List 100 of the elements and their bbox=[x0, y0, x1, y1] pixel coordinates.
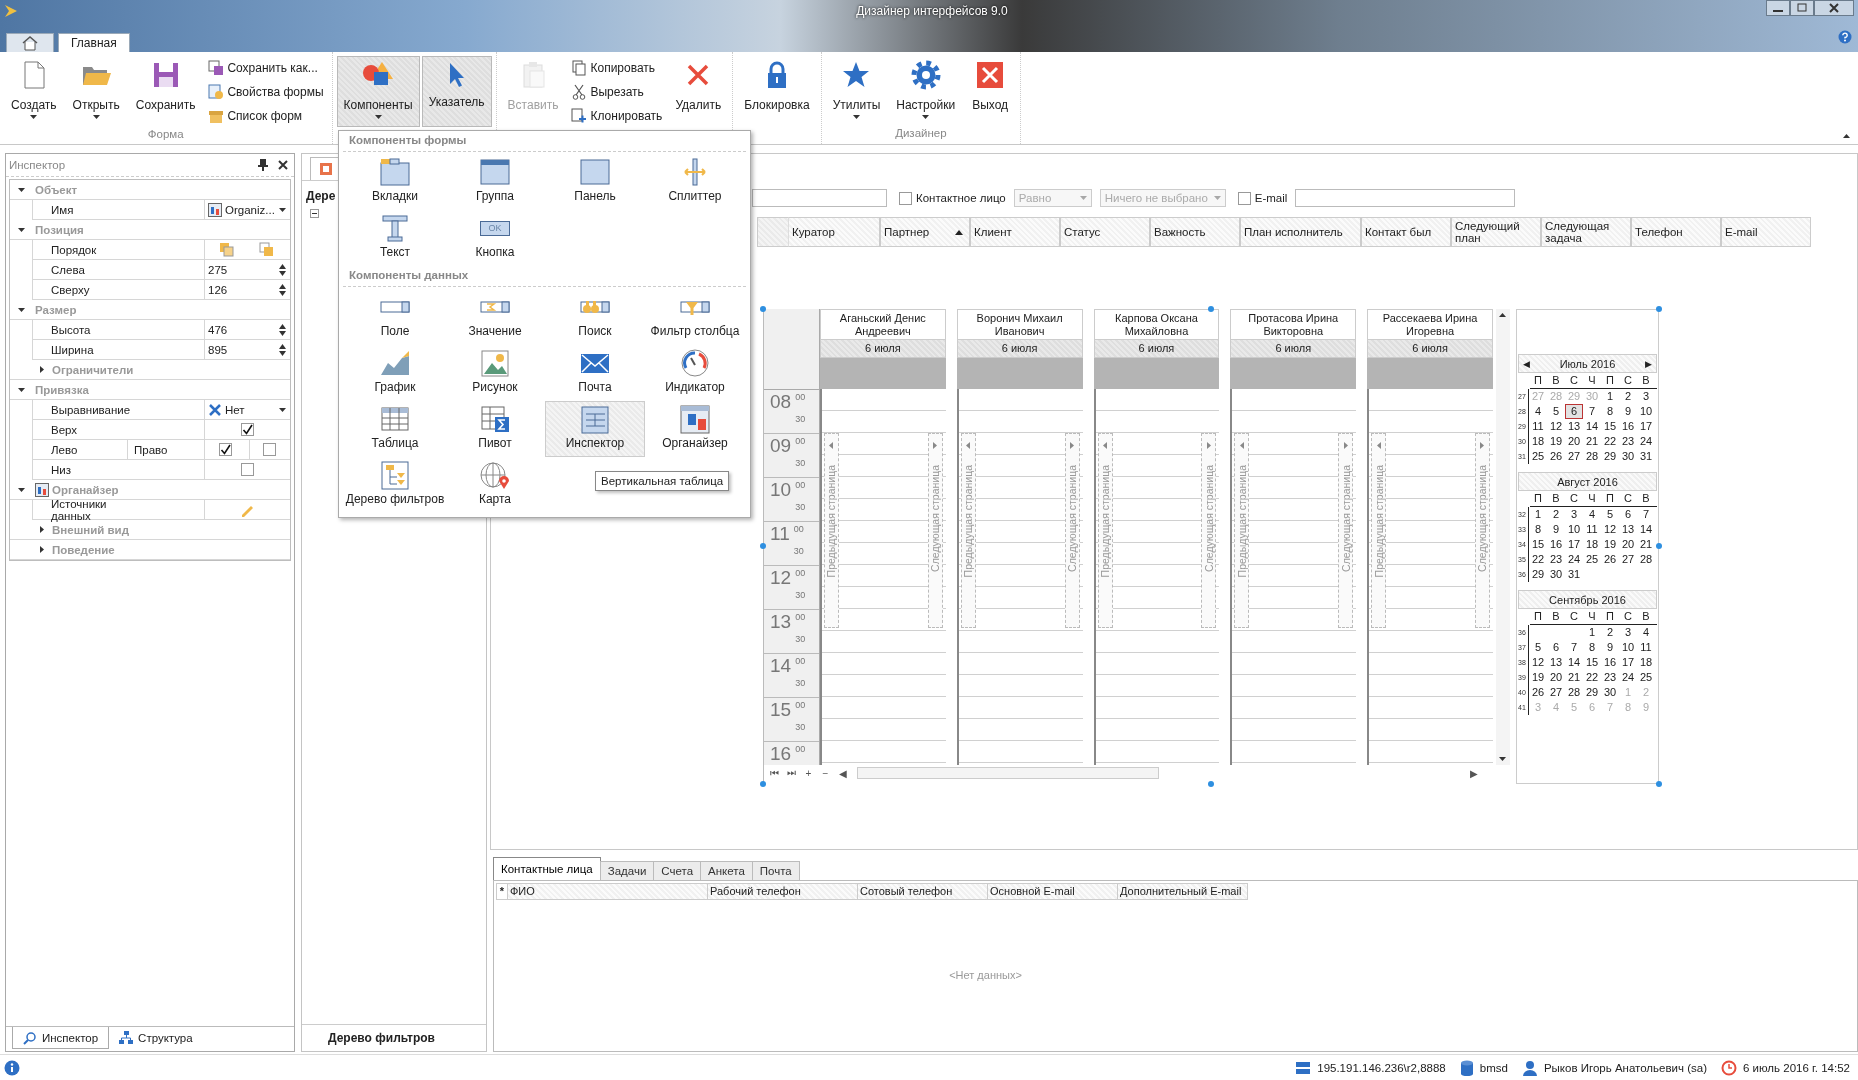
close-icon[interactable] bbox=[1814, 0, 1854, 16]
calendar-day[interactable]: 3 bbox=[1565, 508, 1583, 521]
calendar-day[interactable]: 21 bbox=[1637, 538, 1655, 551]
caret-icon[interactable] bbox=[40, 546, 44, 553]
column-header[interactable]: Основной E-mail bbox=[988, 883, 1118, 900]
scroll-right-button[interactable]: ▶ bbox=[1467, 767, 1480, 779]
number-field[interactable]: 476 bbox=[205, 320, 290, 339]
calendar-day[interactable]: 15 bbox=[1583, 656, 1601, 669]
ribbon-button[interactable]: Создать bbox=[4, 56, 64, 128]
calendar-day[interactable]: 22 bbox=[1583, 671, 1601, 684]
calendar-day[interactable]: 16 bbox=[1619, 420, 1637, 433]
calendar-day[interactable]: 16 bbox=[1547, 538, 1565, 551]
calendar-day[interactable]: 13 bbox=[1547, 656, 1565, 669]
calendar-day[interactable]: 19 bbox=[1547, 435, 1565, 448]
calendar-day[interactable]: 2 bbox=[1601, 626, 1619, 639]
checkbox[interactable] bbox=[240, 423, 254, 436]
menu-item[interactable]: Почта bbox=[545, 345, 645, 401]
collapse-icon[interactable] bbox=[310, 209, 319, 218]
dropdown-field[interactable]: Organiz... bbox=[205, 200, 290, 219]
calendar-day[interactable]: 23 bbox=[1601, 671, 1619, 684]
column-header[interactable]: Куратор bbox=[788, 217, 880, 247]
calendar-day[interactable]: 4 bbox=[1529, 405, 1547, 418]
calendar-day[interactable]: 7 bbox=[1565, 641, 1583, 654]
number-field[interactable]: 275 bbox=[205, 260, 290, 279]
calendar-day[interactable]: 22 bbox=[1601, 435, 1619, 448]
tab[interactable]: Почта bbox=[751, 861, 800, 880]
calendar-day[interactable]: 22 bbox=[1529, 553, 1547, 566]
calendar-day[interactable]: 3 bbox=[1619, 626, 1637, 639]
menu-item[interactable]: Пивот bbox=[445, 401, 545, 457]
close-icon[interactable] bbox=[278, 160, 288, 170]
calendar-day[interactable]: 12 bbox=[1529, 656, 1547, 669]
calendar-day[interactable]: 10 bbox=[1637, 405, 1655, 418]
column-header[interactable]: Важность bbox=[1150, 217, 1240, 247]
calendar-day[interactable]: 30 bbox=[1547, 568, 1565, 581]
calendar-day[interactable]: 11 bbox=[1637, 641, 1655, 654]
calendar-day[interactable]: 10 bbox=[1619, 641, 1637, 654]
resize-handle[interactable] bbox=[760, 543, 766, 549]
calendar-day[interactable]: 9 bbox=[1601, 641, 1619, 654]
menu-item[interactable]: Таблица bbox=[345, 401, 445, 457]
menu-item[interactable]: Инспектор bbox=[545, 401, 645, 457]
calendar-day[interactable]: 13 bbox=[1619, 523, 1637, 536]
menu-item[interactable]: Группа bbox=[445, 154, 545, 210]
pin-icon[interactable] bbox=[258, 159, 268, 171]
caret-icon[interactable] bbox=[18, 227, 25, 232]
menu-item[interactable]: Вкладки bbox=[345, 154, 445, 210]
ribbon-button[interactable]: Список форм bbox=[208, 106, 324, 126]
column-header[interactable]: Рабочий телефон bbox=[708, 883, 858, 900]
calendar-day[interactable]: 17 bbox=[1637, 420, 1655, 433]
calendar-day[interactable]: 7 bbox=[1637, 508, 1655, 521]
caret-icon[interactable] bbox=[18, 387, 25, 392]
calendar-day[interactable]: 2 bbox=[1547, 508, 1565, 521]
calendar-day[interactable]: 15 bbox=[1529, 538, 1547, 551]
navigation-button[interactable]: ⏮ bbox=[768, 767, 781, 779]
calendar-day[interactable]: 24 bbox=[1637, 435, 1655, 448]
calendar-day[interactable]: 17 bbox=[1619, 656, 1637, 669]
calendar-day[interactable]: 21 bbox=[1583, 435, 1601, 448]
help-icon[interactable] bbox=[1838, 30, 1852, 44]
calendar-day[interactable]: 12 bbox=[1601, 523, 1619, 536]
menu-item[interactable]: Индикатор bbox=[645, 345, 745, 401]
resize-handle[interactable] bbox=[1656, 543, 1662, 549]
calendar-day[interactable]: 31 bbox=[1565, 568, 1583, 581]
calendar-day[interactable]: 18 bbox=[1637, 656, 1655, 669]
ribbon-button[interactable]: Свойства формы bbox=[208, 82, 324, 102]
calendar-day[interactable]: 25 bbox=[1529, 450, 1547, 463]
ribbon-button[interactable]: Утилиты bbox=[825, 56, 888, 127]
calendar-day[interactable]: 21 bbox=[1565, 671, 1583, 684]
calendar-day[interactable]: 29 bbox=[1601, 450, 1619, 463]
calendar-day[interactable]: 16 bbox=[1601, 656, 1619, 669]
calendar-day[interactable]: 26 bbox=[1601, 553, 1619, 566]
column-header[interactable]: ФИО bbox=[508, 883, 708, 900]
resize-handle[interactable] bbox=[1656, 306, 1662, 312]
menu-item[interactable]: Текст bbox=[345, 210, 445, 266]
ribbon-button[interactable]: Сохранить как... bbox=[208, 58, 324, 78]
calendar-day[interactable]: 6 bbox=[1547, 641, 1565, 654]
calendar-day[interactable]: 30 bbox=[1601, 686, 1619, 699]
column-header[interactable]: Телефон bbox=[1631, 217, 1721, 247]
calendar-day[interactable]: 27 bbox=[1619, 553, 1637, 566]
menu-item[interactable]: Рисунок bbox=[445, 345, 545, 401]
ribbon-button[interactable]: Сохранить bbox=[128, 56, 203, 128]
calendar-day[interactable]: 31 bbox=[1637, 450, 1655, 463]
input-field[interactable] bbox=[1295, 189, 1516, 207]
caret-icon[interactable] bbox=[18, 187, 25, 192]
calendar-day[interactable]: 8 bbox=[1601, 405, 1619, 418]
calendar-day[interactable]: 12 bbox=[1547, 420, 1565, 433]
calendar-day[interactable]: 29 bbox=[1529, 568, 1547, 581]
previous-month-button[interactable]: ◀ bbox=[1519, 358, 1534, 369]
scrollbar[interactable] bbox=[857, 767, 1159, 779]
home-tab[interactable] bbox=[6, 33, 54, 52]
calendar-day[interactable]: 13 bbox=[1565, 420, 1583, 433]
calendar-day[interactable]: 5 bbox=[1601, 508, 1619, 521]
calendar-day[interactable]: 25 bbox=[1637, 671, 1655, 684]
number-field[interactable]: 895 bbox=[205, 340, 290, 359]
menu-item[interactable]: Карта bbox=[445, 457, 545, 513]
menu-item[interactable]: OK Кнопка bbox=[445, 210, 545, 266]
checkbox[interactable]: E-mail bbox=[1237, 191, 1288, 205]
input-field[interactable] bbox=[752, 189, 887, 207]
checkbox[interactable] bbox=[263, 443, 277, 456]
tab[interactable]: Контактные лица bbox=[493, 857, 601, 880]
calendar-day[interactable]: 26 bbox=[1529, 686, 1547, 699]
column-header[interactable]: E-mail bbox=[1721, 217, 1811, 247]
